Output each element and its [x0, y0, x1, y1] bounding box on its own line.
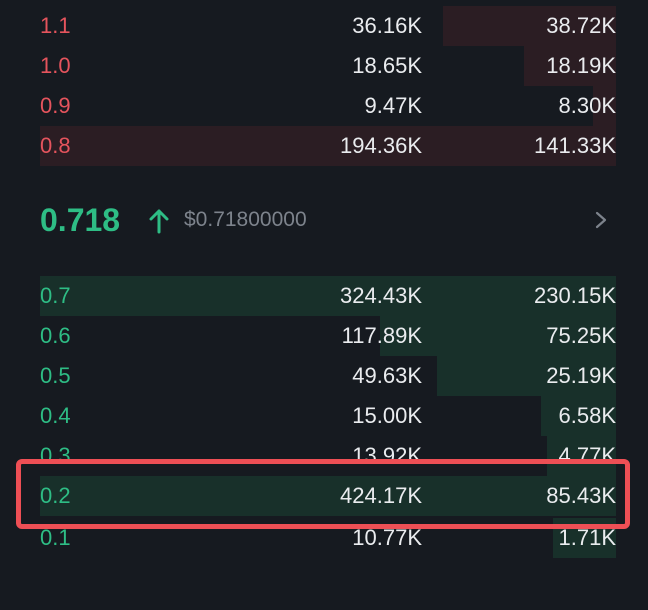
bid-total: 1.71K: [558, 525, 617, 550]
bid-row[interactable]: 0.5 49.63K 25.19K: [40, 356, 616, 396]
ask-total: 18.19K: [546, 53, 616, 78]
ask-total: 141.33K: [534, 133, 616, 158]
bid-total: 75.25K: [546, 323, 616, 348]
ask-price: 0.9: [40, 93, 71, 118]
bid-row[interactable]: 0.1 10.77K 1.71K: [40, 518, 616, 558]
bid-row[interactable]: 0.3 13.92K 4.77K: [40, 436, 616, 476]
bid-amount: 49.63K: [352, 363, 422, 388]
bid-price: 0.3: [40, 443, 71, 468]
bid-price: 0.2: [40, 483, 71, 508]
order-book: 1.1 36.16K 38.72K 1.0 18.65K 18.19K 0.9 …: [0, 0, 648, 610]
bid-price: 0.7: [40, 283, 71, 308]
last-price: 0.718: [40, 202, 121, 238]
ask-total: 38.72K: [546, 13, 616, 38]
ask-amount: 18.65K: [352, 53, 422, 78]
depth-bar: [40, 476, 616, 516]
bid-price: 0.4: [40, 403, 71, 428]
ask-row[interactable]: 0.9 9.47K 8.30K: [40, 86, 616, 126]
ask-amount: 9.47K: [364, 93, 423, 118]
chevron-right-icon[interactable]: [594, 211, 608, 229]
bid-amount: 15.00K: [352, 403, 422, 428]
ask-row[interactable]: 1.1 36.16K 38.72K: [40, 6, 616, 46]
bid-total: 6.58K: [558, 403, 617, 428]
ask-row[interactable]: 1.0 18.65K 18.19K: [40, 46, 616, 86]
last-price-usd: $0.71800000: [184, 208, 307, 231]
mid-price-row[interactable]: 0.718 $0.71800000: [40, 196, 616, 244]
ask-total: 8.30K: [558, 93, 617, 118]
depth-bar: [40, 276, 616, 316]
bid-row[interactable]: 0.6 117.89K 75.25K: [40, 316, 616, 356]
ask-price: 1.0: [40, 53, 71, 78]
arrow-up-icon: [149, 209, 169, 234]
bid-total: 25.19K: [546, 363, 616, 388]
bid-total: 85.43K: [546, 483, 616, 508]
ask-amount: 194.36K: [340, 133, 422, 158]
bid-row[interactable]: 0.7 324.43K 230.15K: [40, 276, 616, 316]
ask-row[interactable]: 0.8 194.36K 141.33K: [40, 126, 616, 166]
bid-row[interactable]: 0.4 15.00K 6.58K: [40, 396, 616, 436]
bid-price: 0.5: [40, 363, 71, 388]
bid-amount: 10.77K: [352, 525, 422, 550]
bid-price: 0.1: [40, 525, 71, 550]
bid-row-highlighted[interactable]: 0.2 424.17K 85.43K: [40, 476, 616, 516]
bid-total: 230.15K: [534, 283, 616, 308]
ask-price: 0.8: [40, 133, 71, 158]
bid-amount: 324.43K: [340, 283, 422, 308]
bid-amount: 424.17K: [340, 483, 422, 508]
bid-amount: 117.89K: [341, 323, 422, 348]
bid-price: 0.6: [40, 323, 71, 348]
bid-total: 4.77K: [558, 443, 617, 468]
depth-bar: [40, 126, 616, 166]
bid-amount: 13.92K: [352, 443, 422, 468]
ask-price: 1.1: [40, 13, 71, 38]
ask-amount: 36.16K: [352, 13, 422, 38]
